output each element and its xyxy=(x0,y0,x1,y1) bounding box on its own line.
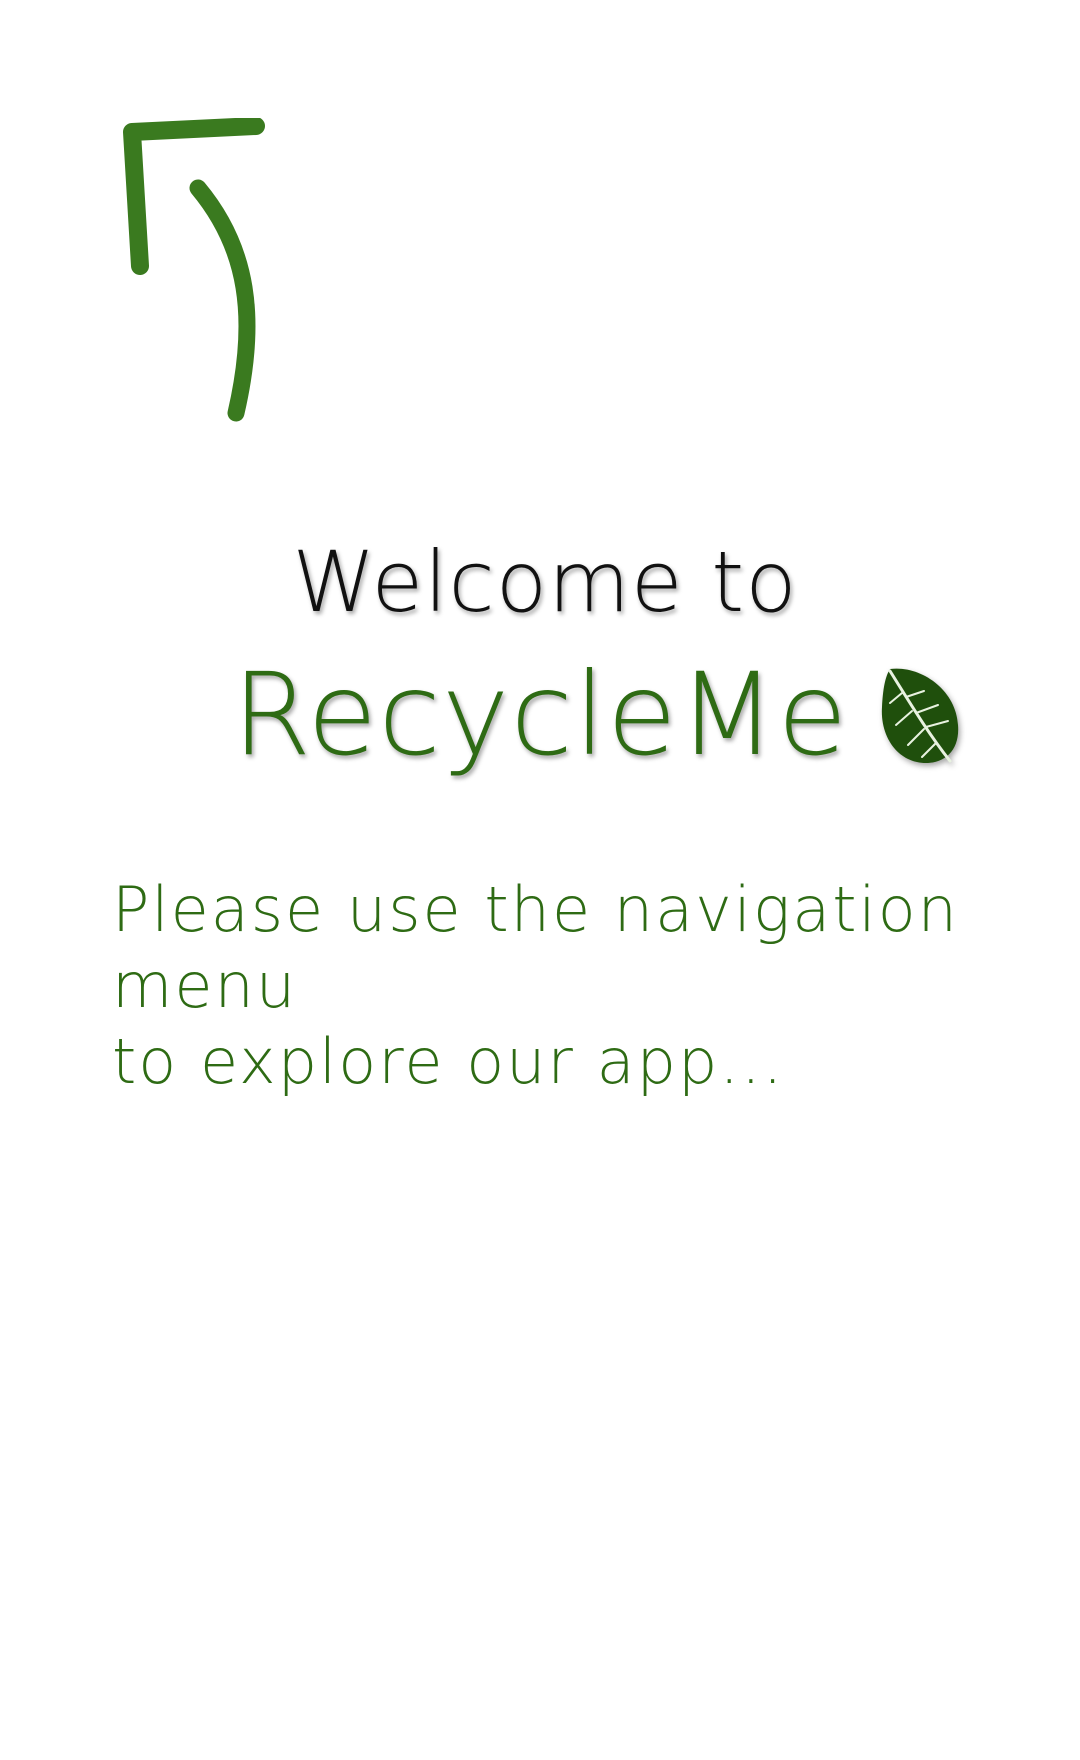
welcome-heading: Welcome to xyxy=(292,533,798,631)
brand-row: RecycleMe xyxy=(232,650,964,780)
leaf-icon xyxy=(882,668,959,763)
welcome-heading-block: Welcome to xyxy=(0,540,1080,624)
brand-name: RecycleMe xyxy=(232,648,849,781)
curved-arrow-up-left-icon xyxy=(123,118,265,422)
tagline: Please use the navigation menu to explor… xyxy=(112,872,1012,1100)
tagline-line-2: to explore our app... xyxy=(112,1025,785,1098)
tagline-line-1: Please use the navigation menu xyxy=(112,873,959,1022)
